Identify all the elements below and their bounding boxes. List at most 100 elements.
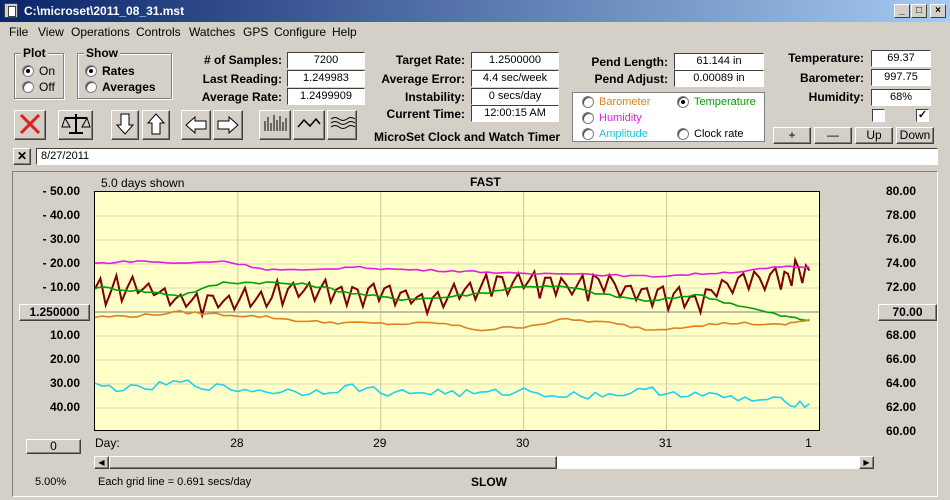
menu-view[interactable]: View [38, 25, 64, 39]
last-reading-label: Last Reading: [202, 72, 282, 86]
day-axis-label: Day: [95, 436, 120, 450]
maximize-button[interactable]: □ [911, 4, 927, 18]
slow-label: SLOW [471, 475, 507, 489]
x-icon [19, 113, 41, 135]
bars-view-button[interactable] [259, 110, 291, 140]
center-temp-button[interactable]: 70.00 [878, 304, 937, 321]
y-right-tick: 76.00 [886, 232, 917, 246]
plot-area [94, 191, 820, 431]
y-left-tick: - 30.00 [42, 232, 80, 246]
temperature-label: Temperature: [788, 51, 864, 65]
arrow-left-icon [185, 115, 207, 135]
checkbox-left[interactable] [872, 109, 885, 122]
show-averages-radio[interactable] [85, 81, 97, 93]
target-rate-label: Target Rate: [395, 53, 465, 67]
show-rates-radio[interactable] [85, 65, 97, 77]
arrow-down-icon [115, 113, 135, 135]
up-arrow-button[interactable] [142, 110, 170, 140]
wave-view-button[interactable] [293, 110, 325, 140]
menu-configure[interactable]: Configure [274, 25, 326, 39]
series-humidity [95, 260, 810, 278]
pend-adjust-label: Pend Adjust: [594, 72, 668, 86]
x-tick: 30 [515, 436, 530, 450]
y-right-tick: 68.00 [886, 328, 917, 342]
minus-button[interactable]: — [814, 127, 852, 144]
series-barometer [95, 309, 810, 332]
y-left-tick: 30.00 [49, 376, 80, 390]
x-tick: 1 [805, 436, 812, 450]
scroll-right-icon: ▶ [863, 458, 870, 467]
fast-label: FAST [470, 175, 501, 189]
average-rate-field: 1.2499909 [287, 88, 365, 105]
arrow-up-icon [146, 113, 166, 135]
x-tick: 29 [373, 436, 387, 450]
scroll-left-icon: ◀ [98, 458, 105, 467]
target-rate-field[interactable]: 1.2500000 [471, 52, 559, 69]
menu-help[interactable]: Help [332, 25, 357, 39]
overlay-humidity-radio[interactable] [582, 112, 594, 124]
scroll-track[interactable] [557, 456, 859, 469]
app-icon [4, 3, 18, 18]
arrow-right-icon [217, 115, 239, 135]
overlay-amplitude-label: Amplitude [599, 128, 648, 140]
right-arrow-button[interactable] [213, 110, 243, 140]
menu-watches[interactable]: Watches [189, 25, 235, 39]
instability-label: Instability: [404, 90, 465, 104]
scroll-thumb[interactable] [109, 456, 557, 469]
bar-chart-icon [264, 115, 287, 131]
overlay-amplitude-radio[interactable] [582, 128, 594, 140]
show-averages-label: Averages [102, 80, 156, 94]
balance-button[interactable] [58, 110, 93, 140]
y-left-tick: - 50.00 [42, 184, 80, 198]
y-left-tick: 10.00 [49, 328, 80, 342]
plot-on-radio[interactable] [22, 65, 34, 77]
app-title-label: MicroSet Clock and Watch Timer [374, 130, 561, 144]
plot-off-radio[interactable] [22, 81, 34, 93]
pend-length-field: 61.144 in [674, 53, 764, 70]
menu-gps[interactable]: GPS [243, 25, 268, 39]
horizontal-scrollbar[interactable]: ◀ ▶ [93, 455, 875, 470]
humidity-label: Humidity: [808, 90, 864, 104]
days-shown-label: 5.0 days shown [101, 176, 185, 190]
y-left-tick: 20.00 [49, 352, 80, 366]
down-button[interactable]: Down [896, 127, 934, 144]
checkbox-right[interactable]: ✓ [916, 109, 929, 122]
overlay-barometer-label: Barometer [599, 96, 651, 108]
overlay-temperature-radio[interactable] [677, 96, 689, 108]
y-right-tick: 74.00 [886, 256, 917, 270]
y-right-tick: 72.00 [886, 280, 917, 294]
stop-button[interactable] [14, 110, 46, 140]
center-rate-button[interactable]: 1.250000 [19, 304, 90, 321]
minimize-button[interactable]: _ [894, 4, 910, 18]
menu-operations[interactable]: Operations [71, 25, 130, 39]
title-bar: C:\microset\2011_08_31.mst _ □ × [0, 0, 950, 22]
wave-icon [297, 117, 321, 128]
show-rates-label: Rates [102, 64, 135, 78]
plus-button[interactable]: + [773, 127, 811, 144]
y-right-tick: 78.00 [886, 208, 917, 222]
overlay-clockrate-radio[interactable] [677, 128, 689, 140]
date-field[interactable]: 8/27/2011 [36, 148, 938, 165]
zero-button[interactable]: 0 [26, 439, 81, 454]
samples-field: 7200 [287, 52, 365, 69]
menu-file[interactable]: File [9, 25, 28, 39]
menu-controls[interactable]: Controls [136, 25, 181, 39]
clear-date-button[interactable]: ✕ [13, 148, 31, 165]
samples-label: # of Samples: [203, 53, 282, 67]
barometer-label: Barometer: [799, 71, 864, 85]
overlay-barometer-radio[interactable] [582, 96, 594, 108]
percent-label: 5.00% [35, 476, 67, 488]
humidity-field: 68% [871, 89, 931, 106]
scroll-right-button[interactable]: ▶ [859, 456, 874, 469]
waves-view-button[interactable] [327, 110, 357, 140]
pend-adjust-field: 0.00089 in [674, 70, 764, 87]
y-left-tick: - 10.00 [42, 280, 80, 294]
x-tick: 31 [658, 436, 673, 450]
close-button[interactable]: × [930, 4, 946, 18]
scroll-left-button[interactable]: ◀ [94, 456, 109, 469]
y-right-tick: 62.00 [886, 400, 917, 414]
temperature-field: 69.37 [871, 50, 931, 67]
left-arrow-button[interactable] [181, 110, 211, 140]
up-button[interactable]: Up [855, 127, 893, 144]
down-arrow-button[interactable] [111, 110, 139, 140]
